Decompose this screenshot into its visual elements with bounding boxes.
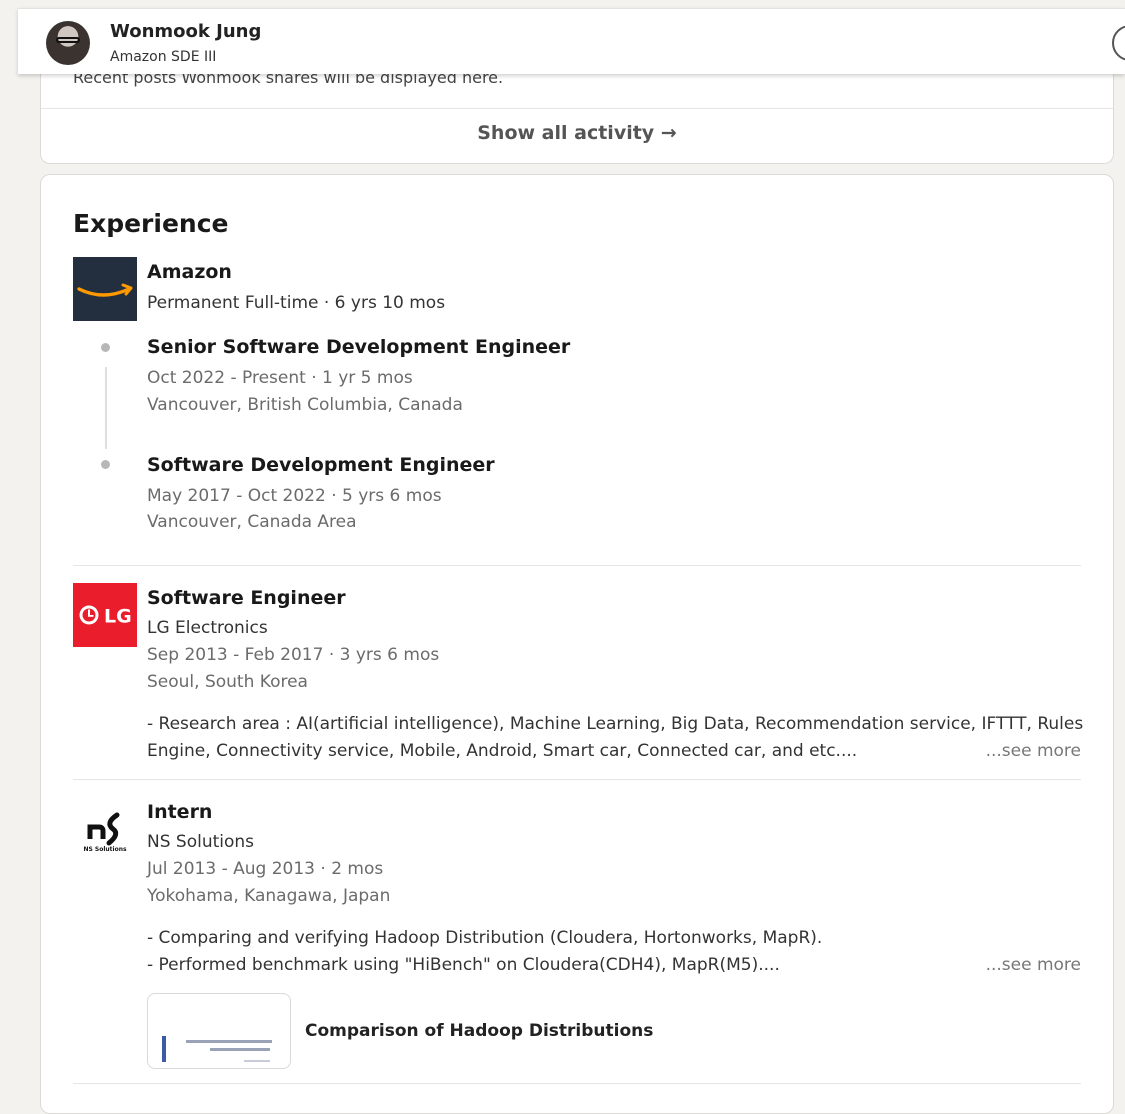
timeline-dot bbox=[101, 343, 110, 352]
ns-description-line2: - Performed benchmark using "HiBench" on… bbox=[147, 955, 780, 975]
company-lg[interactable]: LG Electronics bbox=[147, 618, 268, 638]
company-amazon[interactable]: Amazon bbox=[147, 261, 232, 283]
role-title-senior-sde[interactable]: Senior Software Development Engineer bbox=[147, 336, 570, 358]
experience-title: Experience bbox=[73, 209, 229, 238]
lg-face-icon: LG bbox=[79, 605, 132, 628]
avatar[interactable] bbox=[46, 21, 90, 65]
lg-logo[interactable]: LG bbox=[73, 583, 137, 647]
more-actions-button[interactable] bbox=[1112, 25, 1125, 61]
role-title-lg[interactable]: Software Engineer bbox=[147, 587, 346, 609]
role-dates-senior-sde: Oct 2022 - Present · 1 yr 5 mos bbox=[147, 368, 413, 388]
show-all-activity-button[interactable]: Show all activity → bbox=[41, 122, 1113, 144]
timeline-dot bbox=[101, 460, 110, 469]
role-location-lg: Seoul, South Korea bbox=[147, 672, 308, 692]
profile-headline: Amazon SDE III bbox=[110, 49, 217, 65]
role-location-sde: Vancouver, Canada Area bbox=[147, 512, 357, 532]
see-more-lg[interactable]: ...see more bbox=[986, 741, 1081, 761]
amazon-logo[interactable] bbox=[73, 257, 137, 321]
activity-divider bbox=[41, 108, 1113, 109]
experience-section: Experience Amazon Permanent Full-time · … bbox=[40, 174, 1114, 1114]
role-dates-intern: Jul 2013 - Aug 2013 · 2 mos bbox=[147, 859, 384, 879]
amazon-smile-icon bbox=[77, 283, 133, 297]
role-title-intern[interactable]: Intern bbox=[147, 801, 212, 823]
section-divider bbox=[73, 565, 1081, 566]
svg-text:NS Solutions: NS Solutions bbox=[83, 846, 127, 853]
role-dates-sde: May 2017 - Oct 2022 · 5 yrs 6 mos bbox=[147, 486, 442, 506]
timeline-line bbox=[105, 367, 107, 449]
ns-solutions-logo-icon: NS Solutions bbox=[83, 812, 127, 853]
role-location-senior-sde: Vancouver, British Columbia, Canada bbox=[147, 395, 463, 415]
svg-text:LG: LG bbox=[104, 606, 132, 628]
media-thumbnail[interactable] bbox=[147, 993, 291, 1069]
sticky-profile-bar: Wonmook Jung Amazon SDE III bbox=[18, 8, 1125, 74]
lg-description-line2: Engine, Connectivity service, Mobile, An… bbox=[147, 741, 858, 761]
ns-solutions-logo[interactable]: NS Solutions bbox=[73, 801, 137, 865]
profile-name: Wonmook Jung bbox=[110, 21, 262, 42]
section-divider bbox=[73, 1083, 1081, 1084]
ns-description-line1: - Comparing and verifying Hadoop Distrib… bbox=[147, 928, 823, 948]
see-more-ns[interactable]: ...see more bbox=[986, 955, 1081, 975]
role-title-sde[interactable]: Software Development Engineer bbox=[147, 454, 495, 476]
company-ns-solutions[interactable]: NS Solutions bbox=[147, 832, 254, 852]
amazon-employment-meta: Permanent Full-time · 6 yrs 10 mos bbox=[147, 293, 446, 313]
role-dates-lg: Sep 2013 - Feb 2017 · 3 yrs 6 mos bbox=[147, 645, 440, 665]
section-divider bbox=[73, 779, 1081, 780]
role-location-intern: Yokohama, Kanagawa, Japan bbox=[147, 886, 391, 906]
lg-description-line1: - Research area : AI(artificial intellig… bbox=[147, 714, 1084, 734]
media-title[interactable]: Comparison of Hadoop Distributions bbox=[305, 1021, 653, 1041]
